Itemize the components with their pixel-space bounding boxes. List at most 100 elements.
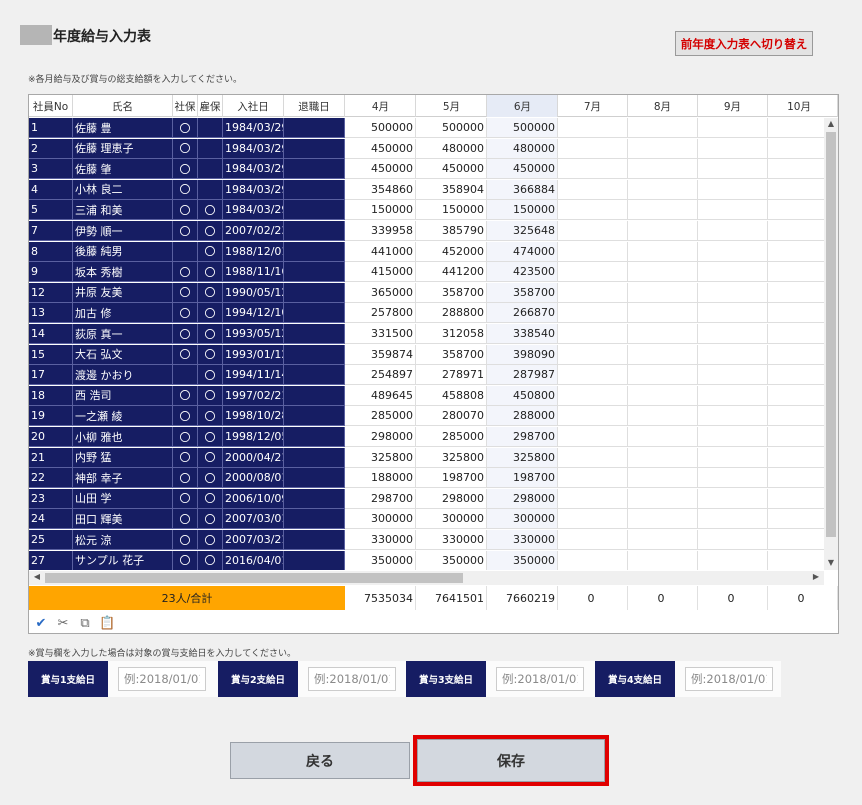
salary-cell[interactable]: 188000 [345, 468, 416, 489]
salary-cell[interactable]: 385790 [416, 221, 487, 241]
salary-cell[interactable]: 480000 [487, 138, 558, 159]
salary-cell[interactable] [557, 241, 628, 262]
salary-cell[interactable]: 298000 [487, 488, 558, 509]
salary-cell[interactable]: 415000 [345, 262, 416, 283]
salary-cell[interactable]: 366884 [487, 179, 558, 200]
salary-cell[interactable]: 330000 [345, 530, 416, 550]
salary-cell[interactable]: 359874 [345, 344, 416, 365]
salary-cell[interactable]: 257800 [345, 303, 416, 324]
salary-cell[interactable]: 450000 [416, 159, 487, 180]
salary-cell[interactable] [627, 241, 698, 262]
bonus-date-input[interactable] [118, 667, 206, 691]
salary-cell[interactable] [557, 179, 628, 200]
salary-cell[interactable] [767, 118, 824, 138]
salary-cell[interactable] [627, 509, 698, 530]
salary-cell[interactable] [557, 159, 628, 180]
salary-cell[interactable]: 358700 [416, 344, 487, 365]
salary-cell[interactable]: 350000 [345, 550, 416, 570]
salary-cell[interactable] [627, 118, 698, 138]
salary-cell[interactable] [557, 200, 628, 221]
salary-cell[interactable]: 300000 [416, 509, 487, 530]
salary-cell[interactable]: 480000 [416, 138, 487, 159]
salary-cell[interactable]: 441000 [345, 241, 416, 262]
salary-cell[interactable] [697, 447, 768, 468]
salary-cell[interactable]: 350000 [416, 550, 487, 570]
salary-cell[interactable]: 350000 [487, 550, 558, 570]
scroll-up-icon[interactable]: ▲ [824, 119, 838, 128]
salary-cell[interactable]: 500000 [345, 118, 416, 138]
salary-cell[interactable]: 280070 [416, 406, 487, 427]
salary-cell[interactable] [627, 262, 698, 283]
salary-cell[interactable] [767, 139, 824, 159]
scroll-down-icon[interactable]: ▼ [824, 558, 838, 567]
vertical-scrollbar[interactable]: ▲ ▼ [824, 118, 838, 570]
save-button[interactable]: 保存 [417, 739, 605, 782]
salary-cell[interactable]: 358904 [416, 179, 487, 200]
bonus-date-input[interactable] [496, 667, 584, 691]
salary-cell[interactable]: 500000 [416, 118, 487, 138]
salary-cell[interactable] [557, 282, 628, 303]
salary-cell[interactable]: 325648 [487, 221, 558, 241]
salary-cell[interactable] [697, 262, 768, 283]
salary-cell[interactable] [557, 488, 628, 509]
salary-cell[interactable] [697, 324, 768, 344]
salary-cell[interactable]: 298700 [345, 488, 416, 509]
month-header[interactable]: 6月 [487, 95, 558, 117]
salary-cell[interactable]: 325800 [416, 447, 487, 468]
salary-cell[interactable] [767, 489, 824, 509]
salary-cell[interactable]: 300000 [345, 509, 416, 530]
month-header[interactable]: 8月 [627, 95, 698, 117]
salary-cell[interactable] [697, 303, 768, 324]
salary-cell[interactable] [627, 550, 698, 570]
salary-cell[interactable] [767, 427, 824, 447]
salary-cell[interactable] [767, 262, 824, 283]
salary-cell[interactable]: 339958 [345, 221, 416, 241]
salary-cell[interactable]: 198700 [487, 468, 558, 489]
salary-cell[interactable] [627, 385, 698, 406]
salary-cell[interactable] [557, 427, 628, 447]
paste-icon[interactable]: 📋 [99, 616, 115, 631]
salary-cell[interactable]: 330000 [416, 530, 487, 550]
salary-cell[interactable]: 358700 [487, 282, 558, 303]
salary-cell[interactable] [557, 550, 628, 570]
month-header[interactable]: 10月 [767, 95, 838, 117]
salary-cell[interactable] [627, 179, 698, 200]
salary-cell[interactable]: 338540 [487, 324, 558, 344]
column-header[interactable]: 社保 [173, 95, 198, 117]
salary-cell[interactable] [627, 488, 698, 509]
salary-cell[interactable] [767, 159, 824, 180]
salary-cell[interactable]: 441200 [416, 262, 487, 283]
salary-cell[interactable]: 325800 [345, 447, 416, 468]
salary-cell[interactable] [627, 365, 698, 386]
back-button[interactable]: 戻る [230, 742, 410, 779]
salary-cell[interactable] [697, 282, 768, 303]
column-header[interactable]: 社員No [29, 95, 73, 117]
salary-cell[interactable] [557, 344, 628, 365]
salary-cell[interactable] [557, 530, 628, 550]
salary-cell[interactable]: 150000 [416, 200, 487, 221]
column-header[interactable]: 退職日 [284, 95, 345, 117]
salary-cell[interactable] [767, 283, 824, 303]
salary-cell[interactable]: 254897 [345, 365, 416, 386]
salary-cell[interactable] [697, 179, 768, 200]
month-header[interactable]: 7月 [557, 95, 628, 117]
scroll-right-icon[interactable]: ▶ [809, 572, 823, 581]
salary-cell[interactable] [557, 385, 628, 406]
salary-cell[interactable]: 331500 [345, 324, 416, 344]
cut-icon[interactable]: ✂ [55, 616, 71, 631]
salary-cell[interactable]: 285000 [345, 406, 416, 427]
salary-cell[interactable] [697, 221, 768, 241]
salary-cell[interactable]: 298700 [487, 427, 558, 447]
salary-cell[interactable] [627, 159, 698, 180]
salary-cell[interactable] [627, 324, 698, 344]
salary-cell[interactable] [767, 180, 824, 200]
salary-cell[interactable]: 358700 [416, 282, 487, 303]
salary-cell[interactable]: 288000 [487, 406, 558, 427]
column-header[interactable]: 氏名 [73, 95, 173, 117]
salary-cell[interactable] [767, 365, 824, 386]
salary-cell[interactable] [697, 550, 768, 570]
salary-cell[interactable] [697, 468, 768, 489]
salary-cell[interactable] [557, 138, 628, 159]
salary-cell[interactable] [557, 324, 628, 344]
salary-cell[interactable] [767, 303, 824, 324]
